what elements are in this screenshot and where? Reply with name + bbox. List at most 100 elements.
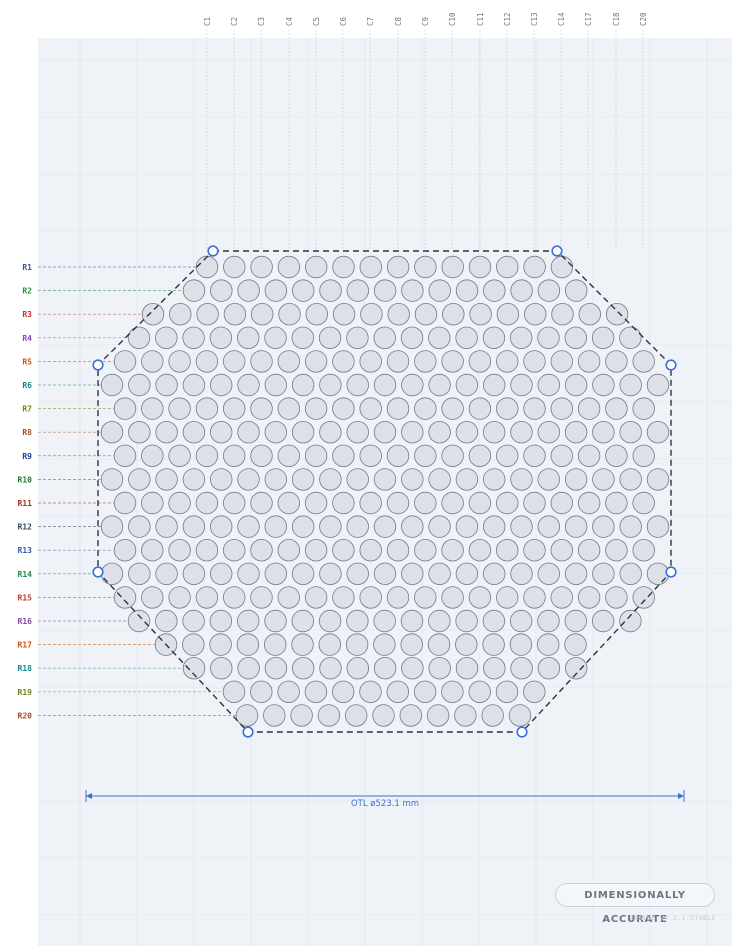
tube <box>482 326 506 350</box>
vertex-handle[interactable] <box>665 359 677 371</box>
tube <box>277 539 301 562</box>
tube <box>510 468 533 491</box>
tube <box>577 350 601 373</box>
tube <box>113 444 137 468</box>
tube <box>483 562 506 586</box>
tube <box>113 397 137 420</box>
tube <box>209 373 233 397</box>
tube <box>455 657 479 680</box>
tube <box>100 562 124 586</box>
tube <box>291 609 315 633</box>
tube <box>550 491 574 515</box>
row-label: R17 <box>18 641 33 650</box>
tube <box>482 609 506 633</box>
tube <box>113 491 137 515</box>
tube <box>168 586 191 609</box>
tube <box>496 303 520 326</box>
tube <box>414 586 437 609</box>
tube <box>537 633 560 656</box>
tube <box>304 444 328 468</box>
tube <box>483 279 506 302</box>
tube <box>155 421 178 444</box>
tube <box>345 704 368 727</box>
tube <box>155 515 178 538</box>
tube <box>128 562 151 586</box>
tube <box>441 680 464 704</box>
tube <box>250 350 273 373</box>
tube <box>359 255 383 279</box>
vertex-handle[interactable] <box>207 245 219 257</box>
tube <box>510 421 533 444</box>
tube <box>508 704 532 727</box>
tube <box>510 279 533 302</box>
tube <box>182 609 205 633</box>
tube <box>510 373 533 397</box>
tube <box>277 350 301 373</box>
tube <box>386 539 410 562</box>
tube <box>359 491 382 515</box>
tube <box>632 350 655 373</box>
tube <box>373 279 397 302</box>
tube <box>401 657 424 680</box>
column-label: C10 <box>448 12 457 26</box>
tube <box>332 397 355 420</box>
tube <box>428 562 451 586</box>
tube <box>196 303 219 326</box>
tube <box>346 657 370 680</box>
tube <box>537 373 561 397</box>
tube <box>141 586 164 609</box>
tube <box>182 562 206 586</box>
tube <box>291 421 315 444</box>
tube <box>168 491 191 515</box>
vertex-handle[interactable] <box>516 726 528 738</box>
tube <box>496 539 519 562</box>
tube <box>304 491 328 515</box>
tube <box>510 515 533 538</box>
tube <box>523 491 546 515</box>
tube-layout-canvas: C1 C2 C3 C4 C5 C6 C7 C8 C9 C10 C11 C12 C13 C14 C17 C18 C… <box>18 12 732 946</box>
tube <box>141 397 164 420</box>
tube <box>483 421 506 444</box>
tube <box>155 468 178 491</box>
tube <box>523 255 546 279</box>
tube <box>332 680 355 704</box>
tube <box>414 303 438 326</box>
vertex-handle[interactable] <box>92 359 104 371</box>
tube <box>496 444 519 468</box>
tube <box>195 444 219 468</box>
tube <box>182 657 206 680</box>
column-label: C9 <box>421 17 430 26</box>
tube <box>169 303 192 326</box>
tube <box>141 444 164 468</box>
tube <box>346 326 369 350</box>
tube <box>319 279 342 302</box>
vertex-handle[interactable] <box>92 566 104 578</box>
tube <box>319 515 342 538</box>
tube <box>360 303 383 326</box>
vertex-handle[interactable] <box>551 245 563 257</box>
tube <box>141 303 165 326</box>
tube <box>319 468 342 491</box>
tube <box>577 586 601 609</box>
tube <box>564 609 588 633</box>
tube <box>510 657 533 680</box>
tube <box>386 680 410 704</box>
tube <box>100 468 124 491</box>
vertex-handle[interactable] <box>665 566 677 578</box>
tube <box>619 468 642 491</box>
tube <box>523 444 546 468</box>
row-label: R13 <box>18 546 33 555</box>
tube <box>468 680 491 704</box>
row-label: R1 <box>22 263 32 272</box>
tube <box>401 279 424 302</box>
vertex-handle[interactable] <box>242 726 254 738</box>
tube <box>441 491 464 515</box>
tube <box>237 279 260 302</box>
tube <box>182 373 206 397</box>
tube <box>359 397 382 420</box>
tube <box>345 633 369 656</box>
tube <box>264 609 287 633</box>
tube <box>250 680 273 704</box>
tube <box>373 609 396 633</box>
tube <box>386 491 410 515</box>
